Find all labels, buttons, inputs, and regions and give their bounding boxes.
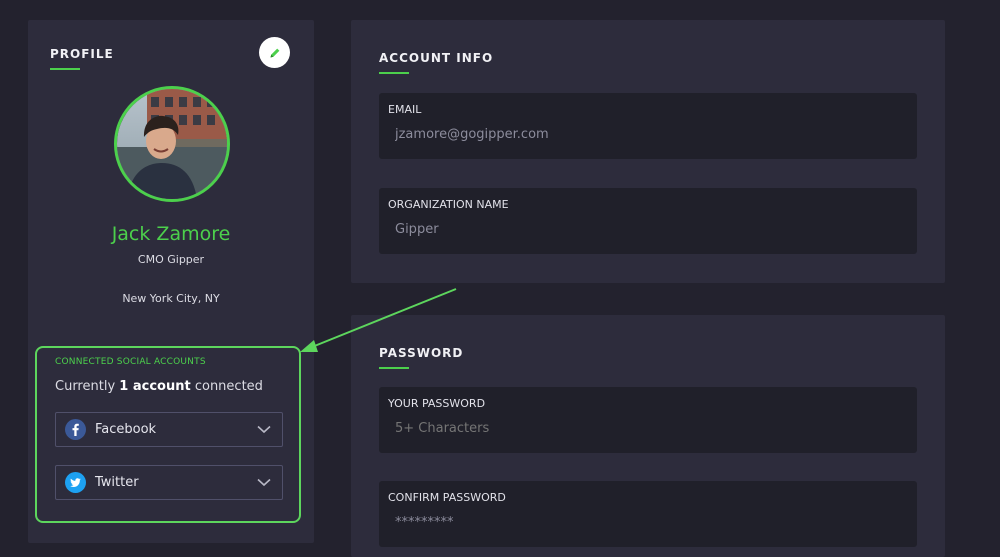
account-info-title: ACCOUNT INFO xyxy=(379,51,494,65)
your-password-input[interactable] xyxy=(395,421,895,436)
organization-input[interactable] xyxy=(395,222,895,237)
edit-profile-button[interactable] xyxy=(259,37,290,68)
avatar-photo xyxy=(117,89,227,199)
twitter-icon xyxy=(65,472,86,493)
your-password-field[interactable]: YOUR PASSWORD xyxy=(379,387,917,453)
account-info-underline xyxy=(379,72,409,74)
profile-role: CMO Gipper xyxy=(137,253,205,266)
confirm-password-label: CONFIRM PASSWORD xyxy=(388,491,506,504)
profile-title-underline xyxy=(50,68,80,70)
profile-name: Jack Zamore xyxy=(111,223,231,245)
account-info-header: ACCOUNT INFO xyxy=(379,51,493,74)
avatar xyxy=(114,86,230,202)
your-password-label: YOUR PASSWORD xyxy=(388,397,486,410)
confirm-password-field[interactable]: CONFIRM PASSWORD xyxy=(379,481,917,547)
social-accounts-title: CONNECTED SOCIAL ACCOUNTS xyxy=(55,357,206,367)
email-input[interactable] xyxy=(395,127,895,142)
summary-prefix: Currently xyxy=(55,379,116,394)
organization-label: ORGANIZATION NAME xyxy=(388,198,509,211)
summary-count: 1 account xyxy=(119,379,191,394)
profile-settings-page: PROFILE Jack Zamore CMO Gipper New York … xyxy=(0,0,1000,557)
password-title: PASSWORD xyxy=(379,346,464,360)
facebook-icon xyxy=(65,419,86,440)
account-info-card: ACCOUNT INFO EMAIL ORGANIZATION NAME xyxy=(351,20,945,283)
password-card: PASSWORD YOUR PASSWORD CONFIRM PASSWORD xyxy=(351,315,945,557)
profile-location: New York City, NY xyxy=(122,292,220,305)
pencil-icon xyxy=(270,48,279,57)
confirm-password-input[interactable] xyxy=(395,515,895,530)
profile-header: PROFILE xyxy=(50,47,114,70)
facebook-dropdown[interactable]: Facebook xyxy=(55,412,283,447)
organization-field[interactable]: ORGANIZATION NAME xyxy=(379,188,917,254)
twitter-dropdown[interactable]: Twitter xyxy=(55,465,283,500)
facebook-label: Facebook xyxy=(95,422,157,437)
password-underline xyxy=(379,367,409,369)
profile-section-title: PROFILE xyxy=(50,47,114,61)
password-header: PASSWORD xyxy=(379,346,463,369)
email-label: EMAIL xyxy=(388,103,422,116)
twitter-label: Twitter xyxy=(95,475,139,490)
summary-suffix: connected xyxy=(194,379,263,394)
email-field[interactable]: EMAIL xyxy=(379,93,917,159)
chevron-down-icon xyxy=(257,425,271,434)
chevron-down-icon xyxy=(257,478,271,487)
social-accounts-summary: Currently 1 account connected xyxy=(55,379,263,394)
